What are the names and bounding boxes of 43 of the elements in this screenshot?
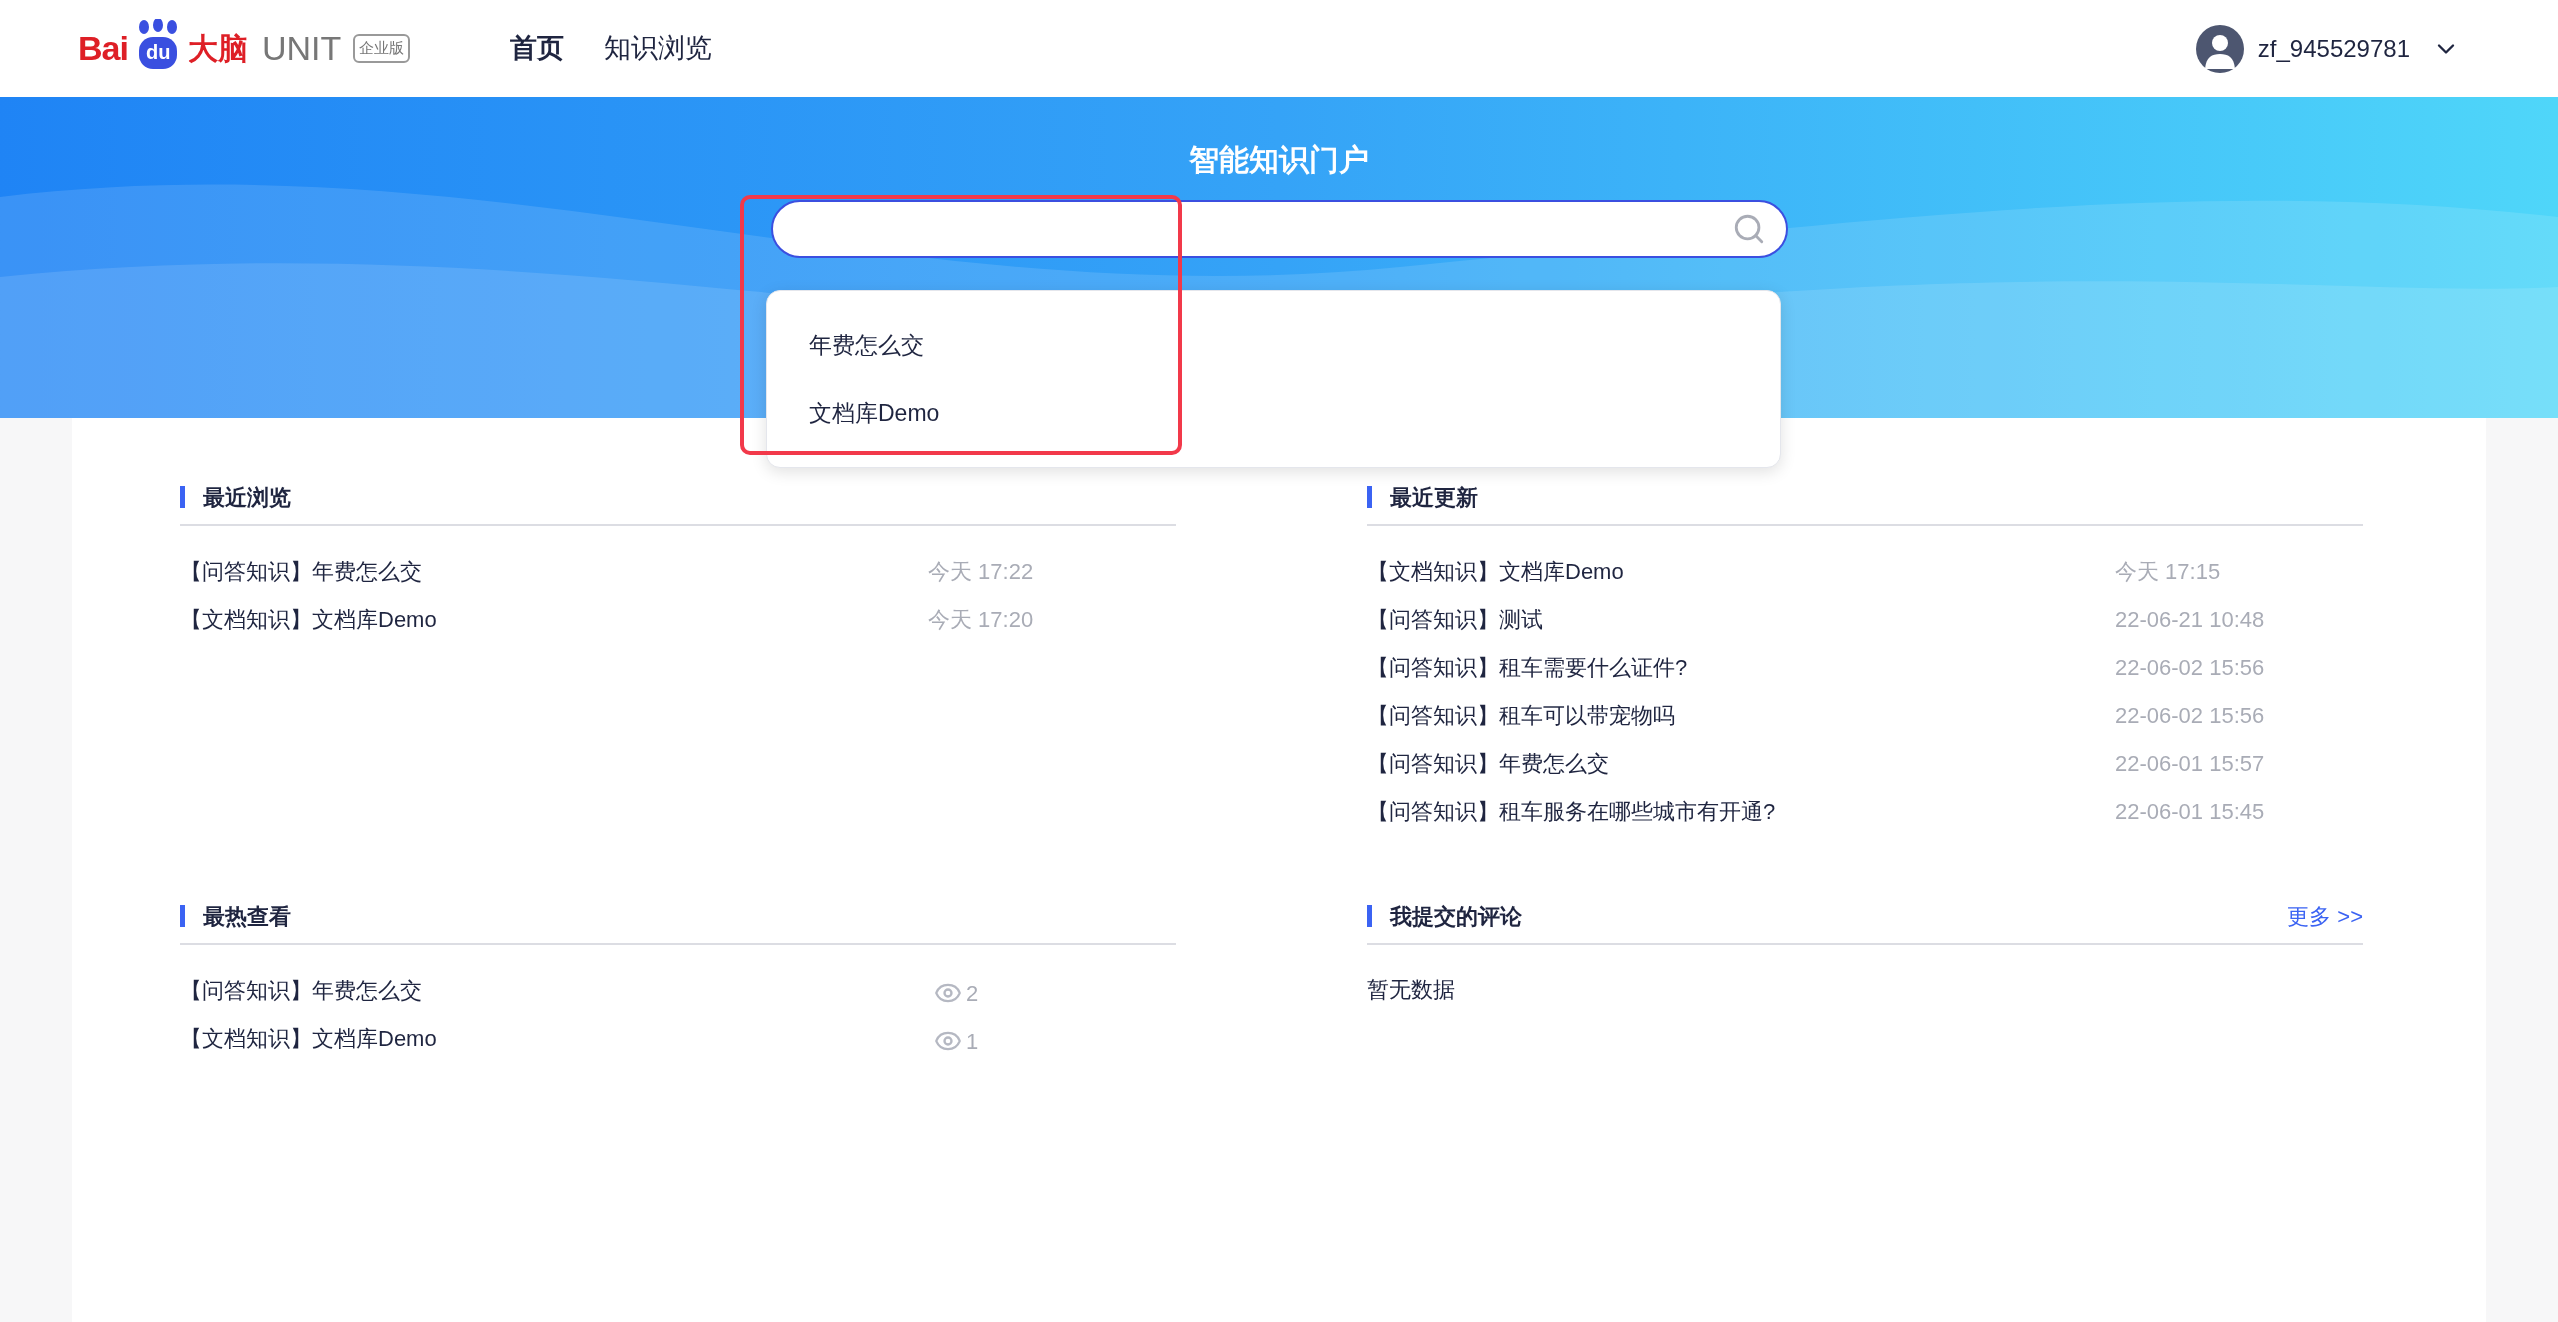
- knowledge-link[interactable]: 【问答知识】租车服务在哪些城市有开通?: [1367, 794, 2115, 828]
- knowledge-link[interactable]: 【文档知识】文档库Demo: [1367, 554, 2115, 588]
- suggestion-item[interactable]: 文档库Demo: [767, 379, 1780, 447]
- logo-text: du: [145, 41, 171, 62]
- nav-tab[interactable]: 首页: [510, 28, 565, 69]
- logo-text: 大脑: [187, 31, 248, 67]
- knowledge-link[interactable]: 【文档知识】文档库Demo: [180, 602, 928, 636]
- portal-title: 智能知识门户: [1189, 142, 1369, 178]
- knowledge-link[interactable]: 【问答知识】年费怎么交: [180, 973, 928, 1007]
- knowledge-link[interactable]: 【文档知识】文档库Demo: [180, 1021, 928, 1055]
- knowledge-link[interactable]: 【问答知识】租车需要什么证件?: [1367, 650, 2115, 684]
- timestamp: 今天 17:22: [928, 557, 1035, 586]
- section-marker: [1367, 486, 1372, 508]
- suggestion-item[interactable]: 年费怎么交: [767, 311, 1780, 379]
- section-marker: [180, 905, 185, 927]
- timestamp: 今天 17:20: [928, 605, 1035, 634]
- section-title: 最近更新: [1390, 483, 1478, 512]
- product-name: UNIT: [261, 28, 342, 69]
- knowledge-link[interactable]: 【问答知识】测试: [1367, 602, 2115, 636]
- knowledge-link[interactable]: 【问答知识】租车可以带宠物吗: [1367, 698, 2115, 732]
- timestamp: 今天 17:15: [2115, 557, 2222, 586]
- edition-badge: 企业版: [353, 34, 411, 63]
- timestamp: 22-06-01 15:45: [2115, 797, 2266, 826]
- logo-text: Bai: [78, 28, 128, 69]
- timestamp: 22-06-21 10:48: [2115, 605, 2266, 634]
- view-count: 2: [966, 979, 979, 1008]
- more-link[interactable]: 更多 >>: [2287, 899, 2363, 939]
- timestamp: 22-06-02 15:56: [2115, 701, 2266, 730]
- search-field[interactable]: [770, 200, 1788, 258]
- timestamp: 22-06-01 15:57: [2115, 749, 2266, 778]
- knowledge-link[interactable]: 【问答知识】年费怎么交: [1367, 746, 2115, 780]
- section-marker: [180, 486, 185, 508]
- view-count: 1: [966, 1027, 979, 1056]
- section-title: 我提交的评论: [1390, 902, 1522, 931]
- section-marker: [1367, 905, 1372, 927]
- timestamp: 22-06-02 15:56: [2115, 653, 2266, 682]
- avatar-icon[interactable]: [2195, 24, 2244, 73]
- section-title: 最热查看: [203, 902, 291, 931]
- username[interactable]: zf_945529781: [2257, 30, 2410, 67]
- nav-tab[interactable]: 知识浏览: [604, 28, 713, 69]
- section-title: 最近浏览: [203, 483, 291, 512]
- knowledge-link[interactable]: 【问答知识】年费怎么交: [180, 554, 928, 588]
- empty-text: 暂无数据: [1367, 976, 1456, 1004]
